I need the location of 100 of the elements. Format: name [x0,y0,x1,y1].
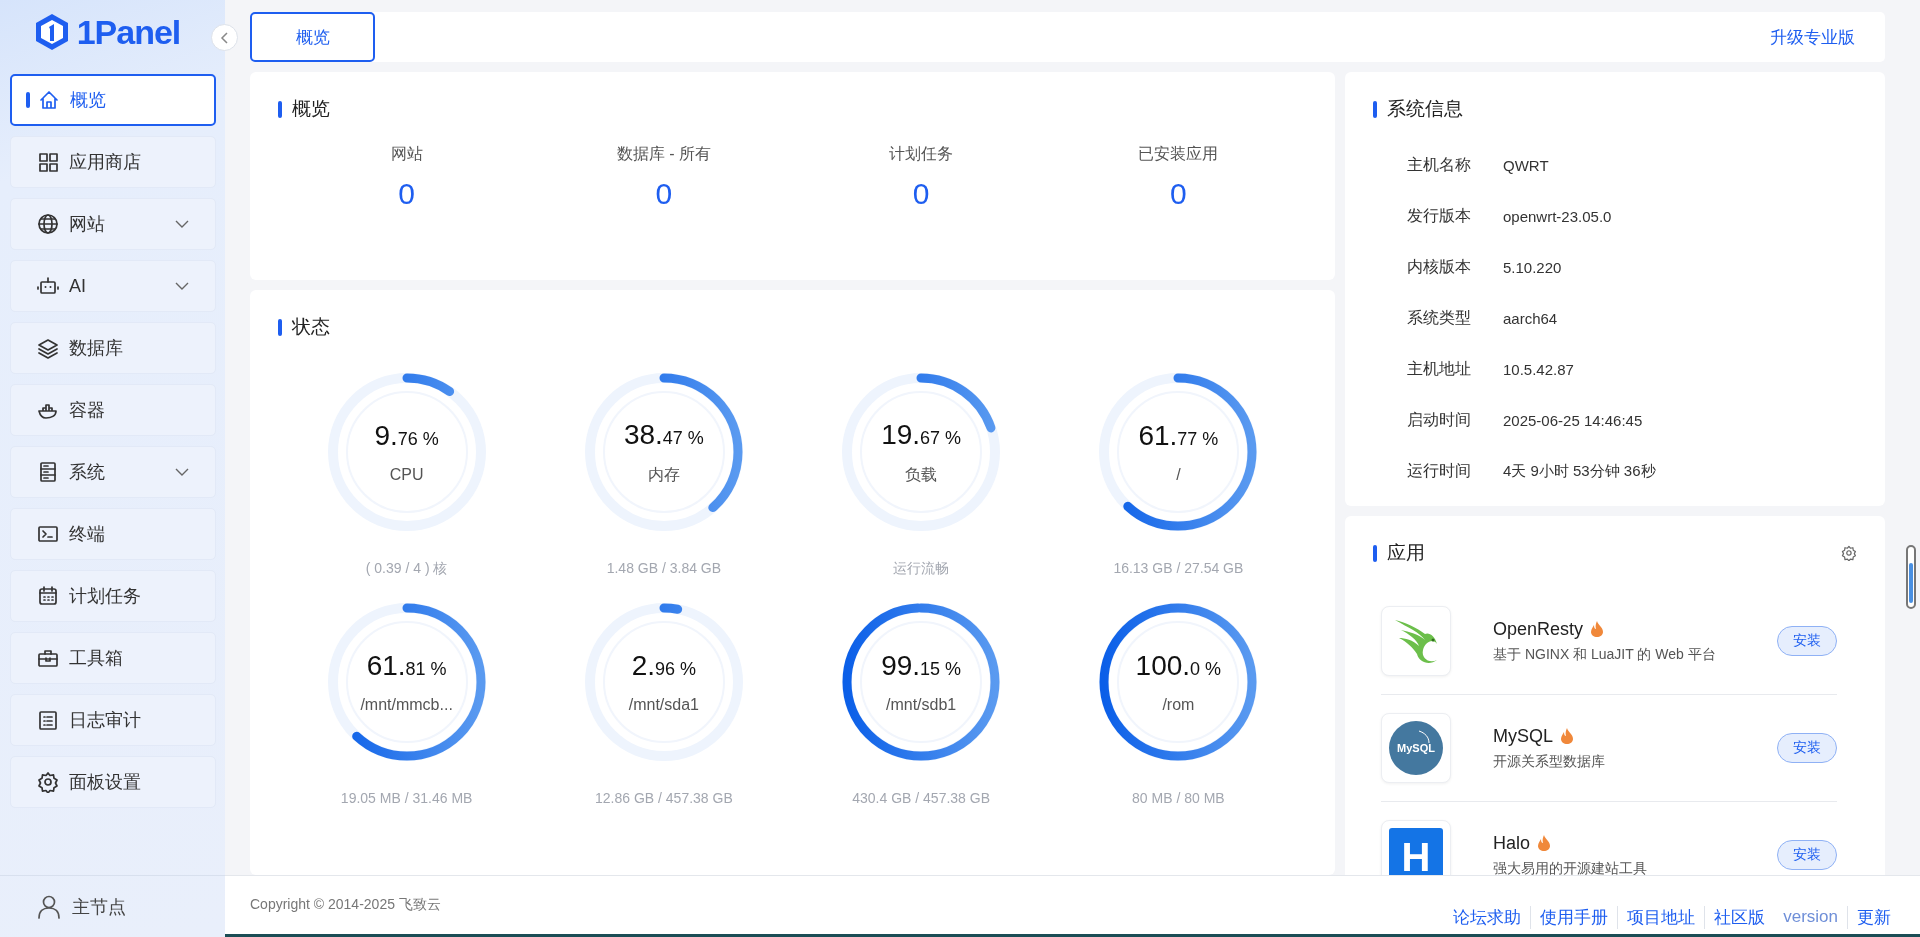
letter-logo-icon: H [1389,828,1443,875]
settings-icon [37,771,59,793]
brand-name: 1Panel [76,12,181,52]
stat-value[interactable]: 0 [398,177,415,211]
install-button[interactable]: 安装 [1777,840,1837,870]
gauge-detail: 80 MB / 80 MB [1132,790,1225,806]
gauge-value: 2.96 % [631,650,697,682]
terminal-icon [37,523,59,545]
info-label: 启动时间 [1407,410,1472,430]
info-label: 主机名称 [1407,155,1472,175]
app-description: 强大易用的开源建站工具 [1493,859,1648,875]
title-marker [1373,544,1377,562]
footer-link[interactable]: 使用手册 [1530,905,1618,929]
toolbox-icon [37,647,59,669]
sidebar-item[interactable]: 工具箱 [10,632,216,684]
logo-icon [34,13,69,51]
gauge-detail: ( 0.39 / 4 ) 核 [365,560,448,578]
info-label: 发行版本 [1407,206,1472,226]
info-label: 系统类型 [1407,308,1472,328]
calendar-icon [37,585,59,607]
list-icon [37,709,59,731]
app-description: 开源关系型数据库 [1493,752,1606,771]
gauge-detail: 12.86 GB / 457.38 GB [595,790,733,806]
app-description: 基于 NGINX 和 LuaJIT 的 Web 平台 [1493,645,1717,664]
title-marker [1373,100,1377,118]
node-name: 主节点 [72,895,126,919]
stat-value[interactable]: 0 [912,177,930,211]
gauge-label: 内存 [647,464,680,485]
stat-value[interactable]: 0 [1170,177,1187,211]
app-name: OpenResty [1493,618,1584,640]
footer-link[interactable]: 项目地址 [1617,905,1705,929]
sidebar-item[interactable]: 数据库 [10,322,216,374]
card-title: 系统信息 [1387,97,1463,121]
sidebar-item[interactable]: 容器 [10,384,216,436]
scrollbar[interactable] [1906,545,1916,609]
info-label: 主机地址 [1407,359,1472,379]
tab[interactable]: 概览 [250,12,375,62]
stat-value[interactable]: 0 [655,177,673,211]
database-logo-icon: MySQL [1389,721,1443,775]
gauge-value: 9.76 % [374,420,439,452]
gauge-label: /mnt/sdb1 [886,696,957,714]
layers-icon [37,337,59,359]
app-name: MySQL [1493,725,1553,747]
card-title: 状态 [292,315,330,339]
info-value: 2025-06-25 14:46:45 [1503,412,1643,429]
gauge-value: 38.47 % [623,418,704,451]
footer-link[interactable]: 社区版 [1704,905,1775,929]
sidebar-item[interactable]: 面板设置 [10,756,216,808]
sidebar-item[interactable]: 终端 [10,508,216,560]
gauge-value: 61.77 % [1138,420,1219,452]
gauge-detail: 19.05 MB / 31.46 MB [340,790,473,806]
settings-icon[interactable] [1841,545,1857,561]
gauge-label: CPU [389,466,424,484]
gauge-detail: 430.4 GB / 457.38 GB [852,790,990,806]
gauge-detail: 1.48 GB / 3.84 GB [606,560,722,576]
card-title: 概览 [292,97,330,121]
footer-link[interactable]: 论坛求助 [1444,905,1531,929]
app-name: Halo [1493,832,1531,854]
sidebar-item[interactable]: 应用商店 [10,136,216,188]
sidebar-item[interactable]: AI [10,260,216,312]
sidebar-item[interactable]: 系统 [10,446,216,498]
active-indicator [26,92,30,108]
card-title: 应用 [1387,541,1425,565]
gauge-value: 61.81 % [366,650,447,682]
sidebar-item[interactable]: 网站 [10,198,216,250]
robot-icon [37,275,59,297]
gauge-label: / [1176,466,1181,484]
server-icon [37,461,59,483]
gauge-detail: 运行流畅 [893,560,950,578]
version-text: version [1782,907,1839,927]
sidebar-item[interactable]: 概览 [10,74,216,126]
stat-label: 计划任务 [889,144,954,164]
info-value: aarch64 [1503,310,1558,327]
info-value: 4天 9小时 53分钟 36秒 [1503,462,1656,481]
stat-label: 数据库 - 所有 [616,144,711,164]
gauge-label: /rom [1162,696,1195,714]
info-value: 5.10.220 [1503,259,1562,276]
gauge-value: 99.15 % [881,650,962,682]
sidebar-item[interactable]: 日志审计 [10,694,216,746]
info-value: 10.5.42.87 [1503,361,1574,378]
gauge-label: 负载 [905,464,938,485]
footer-link[interactable]: 更新 [1847,905,1900,929]
stat-label: 网站 [390,144,423,164]
gauge-label: /mnt/sda1 [628,696,699,714]
install-button[interactable]: 安装 [1777,733,1837,763]
stat-label: 已安装应用 [1138,144,1219,164]
user-icon [38,894,60,919]
install-button[interactable]: 安装 [1777,626,1837,656]
grid-icon [37,151,59,173]
gauge-detail: 16.13 GB / 27.54 GB [1113,560,1244,576]
title-marker [278,318,282,336]
copyright-text: Copyright © 2014-2025 飞致云 [250,896,441,914]
globe-icon [37,213,59,235]
gauge-value: 100.0 % [1135,650,1222,682]
info-label: 内核版本 [1407,257,1472,277]
info-label: 运行时间 [1407,461,1472,481]
sidebar-item[interactable]: 计划任务 [10,570,216,622]
upgrade-link[interactable]: 升级专业版 [1770,25,1855,49]
chevron-left-icon [219,31,230,44]
info-value: QWRT [1503,157,1549,174]
